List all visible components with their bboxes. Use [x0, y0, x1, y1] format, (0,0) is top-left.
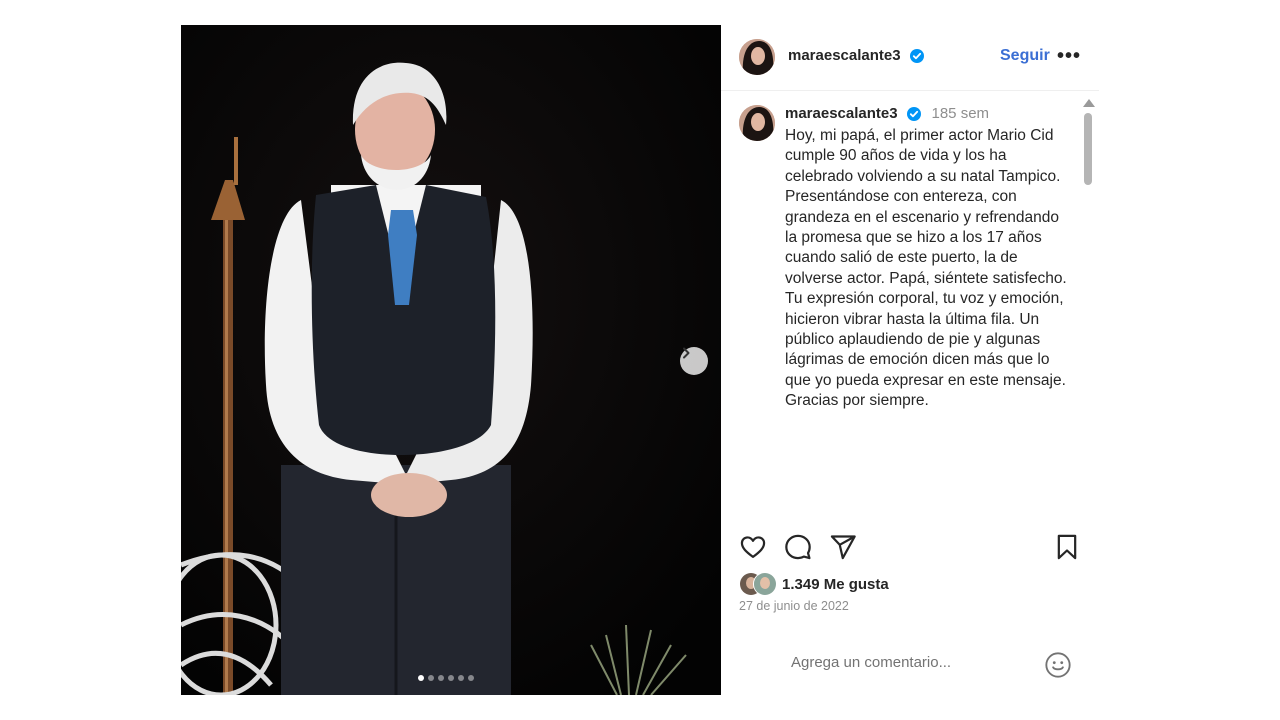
comment-icon	[785, 534, 811, 560]
carousel-dot-6	[468, 675, 474, 681]
comment-button[interactable]	[784, 533, 812, 566]
profile-photo	[739, 105, 775, 141]
post-date[interactable]: 27 de junio de 2022	[739, 599, 849, 613]
carousel-dot-3	[438, 675, 444, 681]
bookmark-icon	[1057, 534, 1077, 560]
caption-timestamp[interactable]: 185 sem	[932, 105, 990, 122]
post-side-panel: maraescalante3 Seguir ••• maraescalante3	[721, 25, 1099, 695]
caption-text: Hoy, mi papá, el primer actor Mario Cid …	[785, 127, 1067, 410]
stage-photo	[181, 25, 721, 695]
verified-badge-icon	[910, 48, 925, 63]
header-user: maraescalante3	[788, 47, 925, 65]
carousel-dot-2	[428, 675, 434, 681]
post-header: maraescalante3 Seguir •••	[721, 25, 1099, 91]
caption-section: maraescalante3 185 sem Hoy, mi papá, el …	[721, 91, 1099, 436]
post-photo[interactable]	[181, 25, 721, 695]
save-button[interactable]	[1053, 533, 1081, 566]
emoji-button[interactable]	[1044, 651, 1072, 684]
likes-count[interactable]: 1.349 Me gusta	[782, 576, 889, 593]
instagram-post: maraescalante3 Seguir ••• maraescalante3	[181, 25, 1099, 695]
avatar	[753, 572, 777, 596]
comment-input[interactable]	[789, 653, 1033, 672]
next-slide-button[interactable]	[680, 347, 708, 375]
caption-header: maraescalante3 185 sem	[785, 105, 989, 123]
carousel-dot-5	[458, 675, 464, 681]
action-bar	[721, 533, 1099, 573]
chevron-right-icon	[683, 347, 690, 359]
carousel-dot-1	[418, 675, 424, 681]
smiley-icon	[1045, 652, 1071, 678]
share-button[interactable]	[829, 533, 857, 566]
profile-photo	[739, 39, 775, 75]
send-icon	[830, 535, 856, 560]
scroll-up-arrow-icon[interactable]	[1083, 99, 1095, 107]
caption-scrollbar[interactable]	[1081, 99, 1095, 429]
avatar[interactable]	[739, 39, 775, 75]
more-options-button[interactable]: •••	[1057, 45, 1081, 68]
caption-username[interactable]: maraescalante3	[785, 105, 898, 122]
carousel-dot-4	[448, 675, 454, 681]
verified-badge-icon	[907, 106, 922, 121]
scroll-thumb[interactable]	[1084, 113, 1092, 185]
follow-button[interactable]: Seguir	[1000, 47, 1050, 65]
heart-icon	[740, 536, 766, 559]
likes-row: 1.349 Me gusta	[739, 571, 889, 597]
liked-by-avatars	[739, 572, 779, 596]
comment-box	[721, 637, 1099, 695]
caption-avatar[interactable]	[739, 105, 775, 141]
username-link[interactable]: maraescalante3	[788, 47, 901, 64]
like-button[interactable]	[739, 533, 767, 566]
carousel-indicator	[418, 675, 474, 681]
